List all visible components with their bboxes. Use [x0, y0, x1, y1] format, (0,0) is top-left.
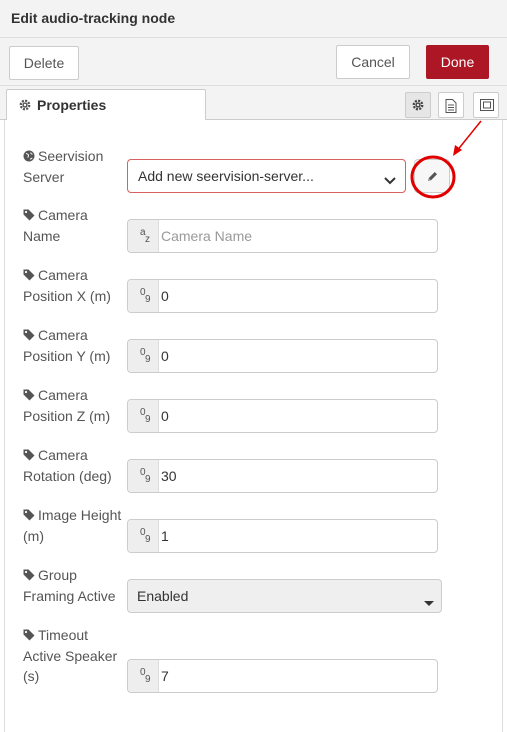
position-y-label: Camera Position Y (m)	[23, 326, 111, 364]
tag-icon	[23, 506, 35, 526]
position-z-field[interactable]: 09 0	[127, 399, 438, 433]
camera-name-label: Camera Name	[23, 206, 88, 244]
camera-name-placeholder: Camera Name	[161, 228, 253, 244]
position-z-value: 0	[161, 408, 169, 424]
tag-icon	[23, 386, 35, 406]
timeout-field[interactable]: 09 7	[127, 659, 438, 693]
tag-icon	[23, 566, 35, 586]
position-y-field[interactable]: 09 0	[127, 339, 438, 373]
rotation-field[interactable]: 09 30	[127, 459, 438, 493]
gear-icon	[412, 99, 424, 111]
gear-icon	[19, 98, 31, 114]
tag-icon	[23, 326, 35, 346]
pencil-icon	[428, 172, 437, 181]
rotation-label: Camera Rotation (deg)	[23, 446, 112, 484]
timeout-value: 7	[161, 668, 169, 684]
position-x-field[interactable]: 09 0	[127, 279, 438, 313]
tab-properties-label: Properties	[37, 97, 107, 113]
tab-appearance-icon-button[interactable]	[473, 92, 499, 118]
timeout-label: Timeout Active Speaker (s)	[23, 626, 118, 684]
image-height-field[interactable]: 09 1	[127, 519, 438, 553]
server-select[interactable]: Add new seervision-server...	[127, 159, 406, 193]
done-button[interactable]: Done	[426, 45, 489, 79]
group-framing-select[interactable]: Enabled	[127, 579, 442, 613]
dialog-title: Edit audio-tracking node	[11, 10, 176, 26]
number-type-selector[interactable]: 09	[128, 280, 159, 312]
tag-icon	[23, 626, 35, 646]
tab-properties[interactable]: Properties	[6, 89, 206, 121]
tab-description-icon-button[interactable]	[438, 92, 464, 118]
image-height-label: Image Height (m)	[23, 506, 122, 544]
position-x-value: 0	[161, 288, 169, 304]
tag-icon	[23, 266, 35, 286]
edit-server-button[interactable]	[414, 159, 450, 193]
position-z-label: Camera Position Z (m)	[23, 386, 111, 424]
cancel-button[interactable]: Cancel	[336, 45, 410, 79]
tab-settings-icon-button[interactable]	[405, 92, 431, 118]
appearance-icon	[480, 99, 494, 111]
description-icon	[445, 99, 457, 113]
number-type-selector[interactable]: 09	[128, 340, 159, 372]
delete-button[interactable]: Delete	[9, 46, 79, 80]
tag-icon	[23, 206, 35, 226]
tag-icon	[23, 446, 35, 466]
chevron-down-icon	[384, 172, 396, 188]
image-height-value: 1	[161, 528, 169, 544]
number-type-selector[interactable]: 09	[128, 660, 159, 692]
number-type-selector[interactable]: 09	[128, 460, 159, 492]
globe-icon	[23, 147, 35, 167]
position-x-label: Camera Position X (m)	[23, 266, 111, 304]
number-type-selector[interactable]: 09	[128, 400, 159, 432]
group-framing-label: Group Framing Active	[23, 566, 116, 604]
caret-down-icon	[424, 594, 434, 610]
number-type-selector[interactable]: 09	[128, 520, 159, 552]
rotation-value: 30	[161, 468, 177, 484]
position-y-value: 0	[161, 348, 169, 364]
camera-name-field[interactable]: az Camera Name	[127, 219, 438, 253]
string-type-selector[interactable]: az	[128, 220, 159, 252]
dialog-header: Edit audio-tracking node	[0, 0, 507, 38]
server-label: Seervision Server	[23, 147, 104, 185]
